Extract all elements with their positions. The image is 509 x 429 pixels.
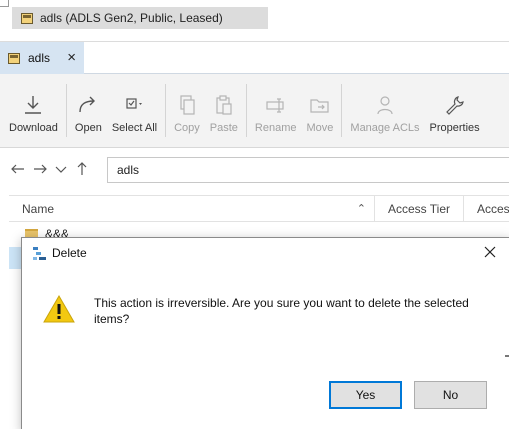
user-icon (377, 96, 393, 115)
select-all-button[interactable]: Select All (107, 74, 162, 147)
address-input[interactable] (107, 157, 509, 183)
column-name-label: Name (22, 202, 55, 216)
download-button[interactable]: Download (2, 74, 63, 147)
move-button[interactable]: Move (302, 74, 339, 147)
toolbar-separator (245, 84, 247, 137)
dialog-body: This action is irreversible. Are you sur… (22, 268, 509, 429)
tab-label: adls (28, 51, 51, 65)
column-header-access-tier[interactable]: Access Tier (375, 196, 464, 222)
dialog-message: This action is irreversible. Are you sur… (94, 296, 469, 326)
column-access-tier-label: Access Tier (388, 202, 451, 216)
select-all-icon (126, 98, 143, 109)
toolbar: Download Open Select All Copy Paste Rena… (0, 74, 509, 148)
tree-corner (0, 0, 9, 7)
select-all-label: Select All (111, 122, 158, 134)
toolbar-separator (165, 84, 167, 137)
toolbar-separator (341, 84, 343, 137)
copy-label: Copy (174, 122, 200, 134)
download-icon (25, 96, 42, 114)
scroll-edge (505, 355, 509, 357)
chevron-down-icon[interactable] (53, 161, 69, 177)
back-arrow-icon[interactable] (10, 161, 26, 177)
forward-arrow-icon[interactable] (32, 161, 48, 177)
dialog-title-bar: Delete (22, 238, 509, 268)
rename-button[interactable]: Rename (250, 74, 302, 147)
paste-button[interactable]: Paste (205, 74, 243, 147)
paste-label: Paste (209, 122, 238, 134)
open-button[interactable]: Open (70, 74, 107, 147)
open-arrow-icon (79, 96, 96, 113)
storage-explorer-icon (33, 247, 46, 260)
wrench-icon (445, 96, 464, 115)
tree-item-label: adls (ADLS Gen2, Public, Leased) (40, 11, 223, 25)
copy-icon (180, 95, 195, 115)
paste-icon (216, 95, 232, 115)
manage-acls-label: Manage ACLs (350, 122, 420, 134)
yes-button[interactable]: Yes (329, 381, 402, 409)
toolbar-separator (65, 84, 67, 137)
column-header-name[interactable]: Name ⌃ (9, 196, 375, 222)
explorer-tree: adls (ADLS Gen2, Public, Leased) (0, 0, 509, 42)
no-button[interactable]: No (414, 381, 487, 409)
copy-button[interactable]: Copy (169, 74, 205, 147)
tab-close-icon[interactable]: × (67, 50, 76, 65)
properties-label: Properties (429, 122, 480, 134)
tree-item-adls[interactable]: adls (ADLS Gen2, Public, Leased) (12, 7, 268, 29)
tab-strip: adls × (0, 42, 509, 74)
move-label: Move (306, 122, 334, 134)
warning-icon (43, 294, 75, 323)
column-access-label: Access (477, 202, 509, 216)
up-arrow-icon[interactable] (74, 161, 90, 177)
rename-label: Rename (254, 122, 297, 134)
open-label: Open (74, 122, 102, 134)
download-label: Download (9, 122, 58, 134)
delete-dialog: Delete This action is irreversible. Are … (21, 237, 509, 429)
column-header-access[interactable]: Access (464, 196, 509, 222)
manage-acls-button[interactable]: Manage ACLs (345, 74, 424, 147)
close-icon[interactable] (482, 244, 498, 260)
column-header-row: Name ⌃ Access Tier Access (9, 195, 509, 222)
blob-container-icon (21, 12, 33, 24)
properties-button[interactable]: Properties (425, 74, 485, 147)
sort-ascending-icon: ⌃ (356, 203, 366, 215)
dialog-title: Delete (52, 246, 87, 260)
blob-container-icon (8, 52, 20, 64)
rename-icon (266, 98, 284, 113)
move-icon (310, 99, 329, 113)
tab-adls[interactable]: adls × (0, 42, 84, 74)
